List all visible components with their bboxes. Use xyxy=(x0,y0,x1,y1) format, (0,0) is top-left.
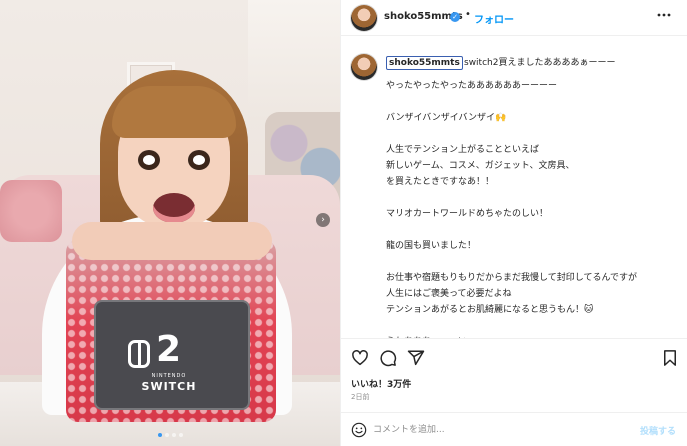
heart-icon[interactable] xyxy=(351,349,369,367)
verified-badge-icon: ✓ xyxy=(450,12,460,22)
comment-input[interactable] xyxy=(373,421,623,439)
header-separator: • xyxy=(465,9,471,20)
caption-body: やったやったやったああああああーーーー バンザイバンザイバンザイ🙌 人生でテンシ… xyxy=(386,81,638,338)
carousel-next-button[interactable]: › xyxy=(316,213,330,227)
photo-person-eye-right xyxy=(188,150,210,170)
save-icon[interactable] xyxy=(661,349,679,367)
post-header: shoko55mmts ✓ • フォロー xyxy=(341,0,687,36)
photo-background-window xyxy=(248,0,340,120)
photo-person-hands xyxy=(72,222,272,260)
carousel-dot xyxy=(164,433,169,437)
emoji-icon[interactable] xyxy=(351,422,367,438)
carousel-dot xyxy=(157,433,162,437)
console-brand: NINTENDO xyxy=(151,373,187,379)
post-photo[interactable]: 2 NINTENDO SWITCH › xyxy=(0,0,340,446)
post-actions xyxy=(341,338,687,376)
caption-avatar[interactable] xyxy=(351,54,377,80)
comment-icon[interactable] xyxy=(379,349,397,367)
caption-username[interactable]: shoko55mmts xyxy=(386,56,463,70)
more-horizontal-icon[interactable] xyxy=(657,8,671,26)
follow-button[interactable]: フォロー xyxy=(474,11,514,26)
photo-person-mouth xyxy=(153,193,195,223)
post-caption: shoko55mmts switch2買えましたああああぁーーー やったやったや… xyxy=(341,36,687,338)
carousel-dot xyxy=(171,433,176,437)
likes-count[interactable]: いいね！3万件 xyxy=(351,377,411,390)
caption-first-line: switch2買えましたああああぁーーー xyxy=(464,58,616,68)
console-number: 2 xyxy=(156,329,182,370)
post-sidebar: shoko55mmts ✓ • フォロー shoko55mmts switch2… xyxy=(340,0,687,446)
switch-logo-icon xyxy=(128,340,150,368)
share-icon[interactable] xyxy=(407,349,425,367)
post-comment-button[interactable]: 投稿する xyxy=(640,424,676,437)
avatar[interactable] xyxy=(351,5,377,31)
carousel-dots xyxy=(0,433,340,437)
photo-pillow xyxy=(0,180,62,242)
carousel-dot xyxy=(178,433,183,437)
comment-bar: 投稿する xyxy=(341,412,687,446)
photo-person-eye-left xyxy=(138,150,160,170)
photo-person-bangs xyxy=(112,86,236,138)
console-name: SWITCH xyxy=(141,380,197,393)
post-timestamp[interactable]: 2日前 xyxy=(351,392,369,402)
